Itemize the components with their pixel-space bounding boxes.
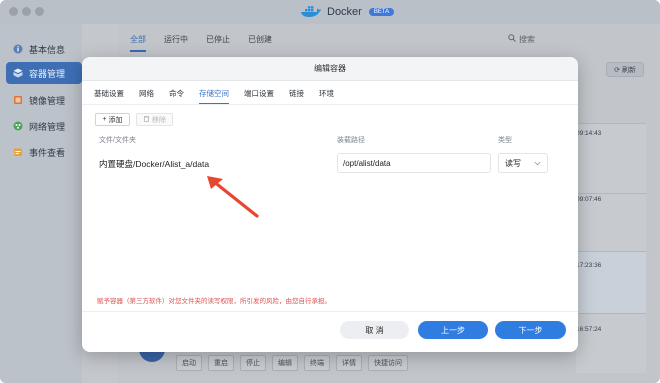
- folder-path: 内置硬盘/Docker/Alist_a/data: [99, 159, 210, 169]
- edit-button[interactable]: 编辑: [272, 355, 298, 371]
- tab-all[interactable]: 全部: [130, 34, 146, 52]
- beta-badge: BETA: [368, 8, 395, 16]
- sidebar: 基本信息 容器管理 镜像管理 网络管理 事件查看: [0, 24, 82, 383]
- network-icon: [13, 121, 23, 131]
- container-row[interactable]: [576, 251, 646, 313]
- sidebar-item-label: 镜像管理: [29, 95, 66, 106]
- refresh-label: 刷新: [621, 66, 636, 74]
- container-row[interactable]: [576, 313, 646, 373]
- details-button[interactable]: 详情: [336, 355, 362, 371]
- app-name: Docker: [327, 6, 362, 18]
- tab-command[interactable]: 命令: [169, 88, 184, 105]
- trash-icon: [143, 115, 150, 124]
- type-select[interactable]: 读写: [498, 153, 548, 173]
- terminal-button[interactable]: 终端: [304, 355, 330, 371]
- sidebar-item-network-management[interactable]: 网络管理: [6, 115, 82, 137]
- search-field[interactable]: 搜索: [508, 32, 648, 46]
- sidebar-item-basic-info[interactable]: 基本信息: [6, 38, 82, 60]
- sidebar-item-label: 事件查看: [29, 147, 66, 158]
- previous-step-button[interactable]: 上一步: [418, 321, 488, 339]
- sidebar-item-container-management[interactable]: 容器管理: [6, 62, 82, 84]
- remove-button[interactable]: 移除: [136, 113, 173, 126]
- tab-port-settings[interactable]: 端口设置: [244, 88, 274, 105]
- event-icon: [13, 147, 23, 157]
- app-title: Docker BETA: [300, 4, 395, 20]
- add-button[interactable]: + 添加: [95, 113, 130, 126]
- tab-basic-settings[interactable]: 基础设置: [94, 88, 124, 105]
- tab-stopped[interactable]: 已停止: [206, 34, 230, 52]
- docker-whale-icon: [301, 6, 322, 17]
- refresh-icon: ⟳: [614, 66, 620, 74]
- add-label: 添加: [108, 116, 123, 124]
- sidebar-item-label: 网络管理: [29, 121, 66, 132]
- dialog-tabs: 基础设置 网络 命令 存储空间 端口设置 链接 环境: [94, 88, 349, 105]
- tab-storage[interactable]: 存储空间: [199, 88, 229, 105]
- column-header-mount-path: 装载路径: [337, 137, 365, 144]
- type-select-value: 读写: [505, 158, 521, 168]
- plus-icon: +: [102, 116, 107, 123]
- cancel-button[interactable]: 取 消: [340, 321, 409, 339]
- footer-divider: [82, 311, 578, 312]
- sidebar-item-event-viewer[interactable]: 事件查看: [6, 141, 82, 163]
- column-header-folder: 文件/文件夹: [99, 137, 136, 144]
- app-window: Docker BETA 基本信息 容器管理 镜像管理 网络管理 事件查看 全部 …: [0, 0, 660, 383]
- row-time: 16:57:24: [576, 326, 602, 333]
- start-button[interactable]: 启动: [176, 355, 202, 371]
- status-tabs: 全部 运行中 已停止 已创建: [130, 34, 290, 52]
- minimize-window-button[interactable]: [22, 7, 31, 16]
- stop-button[interactable]: 停止: [240, 355, 266, 371]
- remove-label: 移除: [152, 116, 166, 124]
- chevron-down-icon: [534, 159, 541, 168]
- sidebar-item-label: 基本信息: [29, 44, 66, 55]
- refresh-button[interactable]: ⟳ 刷新: [606, 62, 644, 77]
- row-time: 09:07:46: [576, 196, 602, 203]
- sidebar-item-image-management[interactable]: 镜像管理: [6, 89, 82, 111]
- risk-warning: 赋予容器（第三方软件）对您文件夹的读写权限，所引发的风险，由您自行承担。: [97, 298, 331, 305]
- dialog-title: 编辑容器: [82, 57, 578, 81]
- container-actions: 启动 重启 停止 编辑 终端 详情 快捷访问: [176, 355, 408, 371]
- image-icon: [13, 95, 23, 105]
- tab-divider: [82, 104, 578, 105]
- edit-container-dialog: 编辑容器 基础设置 网络 命令 存储空间 端口设置 链接 环境 + 添加 移除 …: [82, 57, 578, 352]
- red-arrow-annotation: [207, 176, 259, 218]
- tab-environment[interactable]: 环境: [319, 88, 334, 105]
- search-icon: [508, 34, 516, 44]
- quick-access-button[interactable]: 快捷访问: [368, 355, 408, 371]
- tab-created[interactable]: 已创建: [248, 34, 272, 52]
- row-time: 17:23:36: [576, 262, 602, 269]
- next-step-button[interactable]: 下一步: [495, 321, 566, 339]
- tab-running[interactable]: 运行中: [164, 34, 188, 52]
- tab-network[interactable]: 网络: [139, 88, 154, 105]
- tab-links[interactable]: 链接: [289, 88, 304, 105]
- mount-path-input[interactable]: /opt/alist/data: [337, 153, 491, 173]
- search-placeholder: 搜索: [519, 34, 535, 44]
- title-bar: Docker BETA: [0, 0, 660, 24]
- row-time: 09:14:43: [576, 130, 602, 137]
- zoom-window-button[interactable]: [35, 7, 44, 16]
- restart-button[interactable]: 重启: [208, 355, 234, 371]
- info-icon: [13, 44, 23, 54]
- sidebar-item-label: 容器管理: [29, 68, 66, 79]
- container-icon: [13, 68, 23, 78]
- column-header-type: 类型: [498, 137, 512, 144]
- close-window-button[interactable]: [9, 7, 18, 16]
